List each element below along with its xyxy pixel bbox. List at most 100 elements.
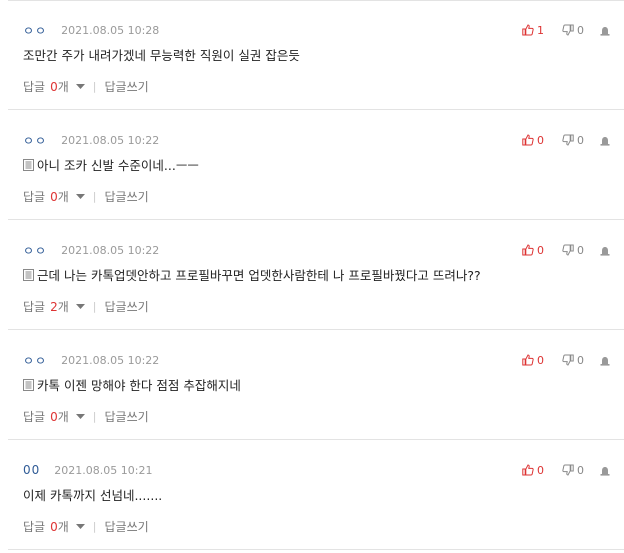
comment-meta: ㅇㅇ 2021.08.05 10:28	[23, 22, 159, 38]
dislike-button[interactable]: 0	[562, 24, 584, 37]
action-separator: |	[92, 80, 97, 93]
mobile-icon	[23, 268, 34, 281]
comment-meta: ㅇㅇ 2021.08.05 10:22	[23, 242, 159, 258]
comment-text: 아니 조카 신발 수준이네...ㅡㅡ	[37, 158, 199, 173]
report-button[interactable]	[600, 21, 610, 40]
vote-group: 0 0	[504, 242, 610, 258]
thumbs-down-icon	[562, 134, 574, 146]
siren-icon	[600, 21, 610, 40]
reply-label: 답글	[23, 190, 46, 204]
comment-text: 조만간 주가 내려가겠네 무능력한 직원이 실권 잡은듯	[23, 48, 300, 63]
write-reply-button[interactable]: 답글쓰기	[105, 298, 149, 315]
thumbs-up-icon	[522, 354, 534, 366]
reply-toggle-button[interactable]: 답글 2개	[23, 298, 85, 315]
comment-date: 2021.08.05 10:22	[61, 133, 160, 147]
dislike-button[interactable]: 0	[562, 134, 584, 147]
thumbs-up-icon	[522, 464, 534, 476]
like-button[interactable]: 0	[522, 244, 544, 257]
siren-icon	[600, 351, 610, 370]
thumbs-up-icon	[522, 244, 534, 256]
report-button[interactable]	[600, 241, 610, 260]
like-button[interactable]: 0	[522, 464, 544, 477]
reply-unit: 개	[57, 410, 69, 424]
comment-item: ㅇㅇ 2021.08.05 10:28 1 0 조만간 주가 내려가겠네 무능력…	[8, 0, 624, 110]
thumbs-down-icon	[562, 354, 574, 366]
reply-count: 0	[50, 189, 58, 204]
comment-item: ㅇㅇ 2021.08.05 10:22 0	[8, 110, 624, 220]
dislike-button[interactable]: 0	[562, 464, 584, 477]
reply-toggle-button[interactable]: 답글 0개	[23, 518, 85, 535]
reply-toggle-button[interactable]: 답글 0개	[23, 188, 85, 205]
dislike-button[interactable]: 0	[562, 244, 584, 257]
comment-body: 조만간 주가 내려가겠네 무능력한 직원이 실권 잡은듯	[23, 45, 300, 64]
comment-author[interactable]: ㅇㅇ	[23, 242, 47, 259]
report-button[interactable]	[600, 131, 610, 150]
dislike-count: 0	[577, 353, 584, 367]
siren-icon	[600, 241, 610, 260]
siren-icon	[600, 131, 610, 150]
caret-down-icon	[75, 524, 85, 529]
like-button[interactable]: 0	[522, 354, 544, 367]
comment-meta: ㅇㅇ 2021.08.05 10:22	[23, 132, 159, 148]
reply-unit: 개	[57, 80, 69, 94]
reply-label: 답글	[23, 520, 46, 534]
reply-unit: 개	[57, 300, 69, 314]
comment-author[interactable]: 00	[23, 463, 40, 477]
comment-date: 2021.08.05 10:22	[61, 353, 160, 367]
comment-actions: 답글 0개 | 답글쓰기	[23, 78, 149, 95]
reply-label: 답글	[23, 300, 46, 314]
reply-unit: 개	[57, 520, 69, 534]
like-count: 0	[537, 243, 544, 257]
reply-label: 답글	[23, 80, 46, 94]
report-button[interactable]	[600, 461, 610, 480]
comment-text: 근데 나는 카톡업뎃안하고 프로필바꾸면 업뎃한사람한테 나 프로필바꿨다고 뜨…	[37, 268, 481, 283]
like-button[interactable]: 1	[522, 24, 544, 37]
like-count: 1	[537, 23, 544, 37]
dislike-count: 0	[577, 133, 584, 147]
siren-icon	[600, 461, 610, 480]
dislike-button[interactable]: 0	[562, 354, 584, 367]
reply-count: 0	[50, 79, 58, 94]
reply-unit: 개	[57, 190, 69, 204]
comment-date: 2021.08.05 10:22	[61, 243, 160, 257]
comment-body: 아니 조카 신발 수준이네...ㅡㅡ	[23, 155, 199, 174]
caret-down-icon	[75, 304, 85, 309]
comment-author[interactable]: ㅇㅇ	[23, 132, 47, 149]
like-count: 0	[537, 133, 544, 147]
report-button[interactable]	[600, 351, 610, 370]
write-reply-button[interactable]: 답글쓰기	[105, 188, 149, 205]
comment-body: 근데 나는 카톡업뎃안하고 프로필바꾸면 업뎃한사람한테 나 프로필바꿨다고 뜨…	[23, 265, 481, 284]
comment-author[interactable]: ㅇㅇ	[23, 352, 47, 369]
action-separator: |	[92, 520, 97, 533]
comment-meta: 00 2021.08.05 10:21	[23, 462, 152, 478]
like-button[interactable]: 0	[522, 134, 544, 147]
vote-group: 1 0	[504, 22, 610, 38]
reply-count: 0	[50, 409, 58, 424]
reply-label: 답글	[23, 410, 46, 424]
reply-toggle-button[interactable]: 답글 0개	[23, 408, 85, 425]
action-separator: |	[92, 190, 97, 203]
mobile-icon	[23, 158, 34, 171]
comment-date: 2021.08.05 10:28	[61, 23, 160, 37]
comment-date: 2021.08.05 10:21	[54, 463, 153, 477]
write-reply-button[interactable]: 답글쓰기	[105, 78, 149, 95]
thumbs-down-icon	[562, 464, 574, 476]
vote-group: 0 0	[504, 462, 610, 478]
like-count: 0	[537, 353, 544, 367]
dislike-count: 0	[577, 243, 584, 257]
comment-actions: 답글 2개 | 답글쓰기	[23, 298, 149, 315]
write-reply-button[interactable]: 답글쓰기	[105, 518, 149, 535]
reply-toggle-button[interactable]: 답글 0개	[23, 78, 85, 95]
action-separator: |	[92, 300, 97, 313]
comment-author[interactable]: ㅇㅇ	[23, 22, 47, 39]
comment-item: ㅇㅇ 2021.08.05 10:22 0	[8, 220, 624, 330]
thumbs-down-icon	[562, 244, 574, 256]
comment-actions: 답글 0개 | 답글쓰기	[23, 188, 149, 205]
thumbs-up-icon	[522, 24, 534, 36]
action-separator: |	[92, 410, 97, 423]
vote-group: 0 0	[504, 132, 610, 148]
write-reply-button[interactable]: 답글쓰기	[105, 408, 149, 425]
caret-down-icon	[75, 194, 85, 199]
like-count: 0	[537, 463, 544, 477]
comment-body: 카톡 이젠 망해야 한다 점점 추잡해지네	[23, 375, 241, 394]
